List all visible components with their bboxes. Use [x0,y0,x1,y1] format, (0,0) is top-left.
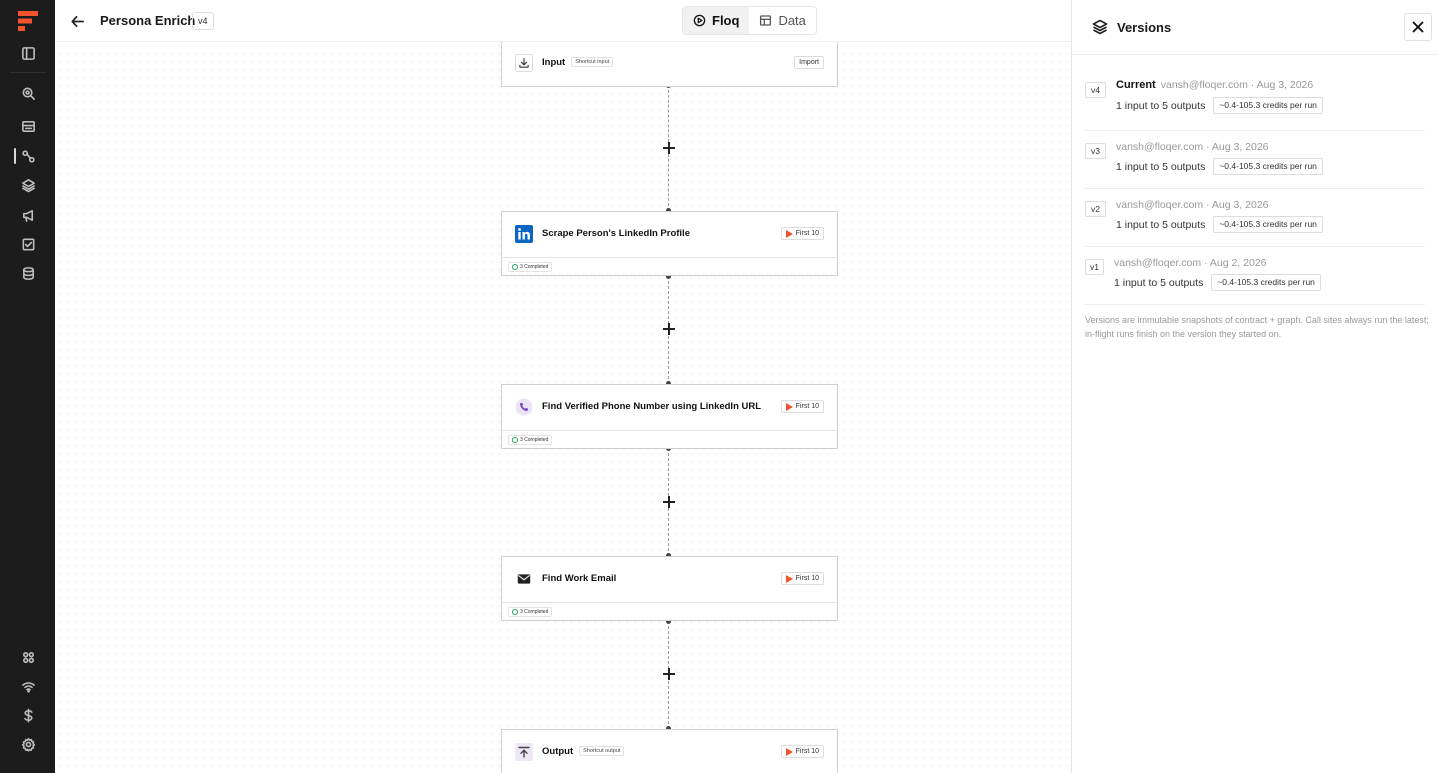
node-label: Input Shortcut input [542,57,614,68]
status-badge: 3 Completed [508,607,553,617]
tab-data-label: Data [778,13,806,28]
close-icon[interactable] [1404,13,1432,41]
node-subtype-badge: Shortcut input [571,57,614,68]
add-step-plus-icon[interactable] [662,495,676,509]
version-meta: Current vansh@floqer.com · Aug 3, 2026 [1116,79,1314,91]
version-tag: v4 [1085,82,1106,98]
layers-icon[interactable] [16,173,40,197]
floqer-logo[interactable] [17,10,39,32]
version-tag: v3 [1085,143,1106,159]
play-icon [785,229,793,238]
current-label: Current [1116,79,1156,91]
view-tabs: Floq Data [682,6,817,35]
version-row-v2[interactable]: v2 vansh@floqer.com · Aug 3, 2026 1 inpu… [1085,189,1425,247]
gear-icon[interactable] [16,732,40,756]
version-meta: vansh@floqer.com · Aug 3, 2026 [1116,199,1269,211]
database-icon[interactable] [16,261,40,285]
play-icon [785,747,793,756]
tab-floq-label: Floq [712,13,740,28]
back-arrow-icon[interactable] [67,11,87,31]
node-label: Find Verified Phone Number using LinkedI… [542,401,762,412]
workflow-canvas[interactable]: Input Shortcut input Import Scrape Person… [55,42,1071,773]
node-scrape-linkedin[interactable]: Scrape Person's LinkedIn Profile First 1… [501,211,838,276]
node-output[interactable]: Output Shortcut output First 10 [501,729,838,773]
versions-help-note: Versions are immutable snapshots of cont… [1085,315,1429,339]
node-find-work-email[interactable]: Find Work Email First 10 3 Completed [501,556,838,621]
layers-icon [1092,19,1108,35]
status-badge: 3 Completed [508,435,553,445]
top-bar: Persona Enrich v4 Floq Data [55,0,1071,42]
tab-data[interactable]: Data [749,7,815,34]
version-io: 1 input to 5 outputs [1114,276,1204,289]
play-icon [785,402,793,411]
add-step-plus-icon[interactable] [662,141,676,155]
node-label: Find Work Email [542,573,617,584]
play-circle-icon [693,14,706,27]
upload-icon [515,743,533,761]
version-tag: v1 [1085,259,1104,275]
workflow-icon[interactable] [16,144,40,168]
table-icon [760,15,772,26]
page-title: Persona Enrich [100,13,196,28]
credits-badge: ~0.4-105.3 credits per run [1211,274,1321,291]
check-circle-icon [512,437,518,443]
add-step-plus-icon[interactable] [662,322,676,336]
credits-badge: ~0.4-105.3 credits per run [1213,97,1323,114]
run-first-10-button[interactable]: First 10 [780,227,824,240]
tab-floq[interactable]: Floq [683,7,750,34]
version-meta: vansh@floqer.com · Aug 2, 2026 [1114,257,1267,269]
version-io: 1 input to 5 outputs [1116,160,1206,173]
wifi-icon[interactable] [16,674,40,698]
app: Persona Enrich v4 Floq Data Input Shortc… [0,0,1438,773]
linkedin-icon [515,225,533,243]
run-first-10-button[interactable]: First 10 [780,745,824,758]
add-step-plus-icon[interactable] [662,667,676,681]
checkbox-icon[interactable] [16,232,40,256]
status-badge: 3 Completed [508,262,553,272]
import-button[interactable]: Import [794,56,824,69]
sidebar-toggle-icon[interactable] [16,41,40,65]
version-badge[interactable]: v4 [192,12,214,30]
node-find-phone[interactable]: Find Verified Phone Number using LinkedI… [501,384,838,449]
play-icon [785,574,793,583]
credits-badge: ~0.4-105.3 credits per run [1213,158,1323,175]
version-row-v1[interactable]: v1 vansh@floqer.com · Aug 2, 2026 1 inpu… [1085,247,1425,305]
node-label: Scrape Person's LinkedIn Profile [542,228,690,239]
check-circle-icon [512,264,518,270]
left-sidebar [0,0,55,773]
version-io: 1 input to 5 outputs [1116,218,1206,231]
mail-icon [515,570,533,588]
version-meta: vansh@floqer.com · Aug 3, 2026 [1116,141,1269,153]
node-input[interactable]: Input Shortcut input Import [501,42,838,87]
run-first-10-button[interactable]: First 10 [780,572,824,585]
inbox-icon[interactable] [16,114,40,138]
megaphone-icon[interactable] [16,203,40,227]
search-icon[interactable] [16,81,40,105]
run-first-10-button[interactable]: First 10 [780,400,824,413]
version-row-v4[interactable]: v4 Current vansh@floqer.com · Aug 3, 2026… [1085,73,1425,131]
download-icon [515,54,533,72]
version-tag: v2 [1085,201,1106,217]
sidebar-divider [10,72,46,73]
dollar-icon[interactable] [16,703,40,727]
version-row-v3[interactable]: v3 vansh@floqer.com · Aug 3, 2026 1 inpu… [1085,131,1425,189]
phone-icon [515,398,533,416]
check-circle-icon [512,609,518,615]
panel-title: Versions [1117,20,1172,35]
version-io: 1 input to 5 outputs [1116,99,1206,112]
node-subtype-badge: Shortcut output [579,746,625,757]
node-label: Output Shortcut output [542,746,625,757]
apps-icon[interactable] [16,645,40,669]
versions-panel: Versions v4 Current vansh@floqer.com · Au… [1071,0,1438,773]
credits-badge: ~0.4-105.3 credits per run [1213,216,1323,233]
